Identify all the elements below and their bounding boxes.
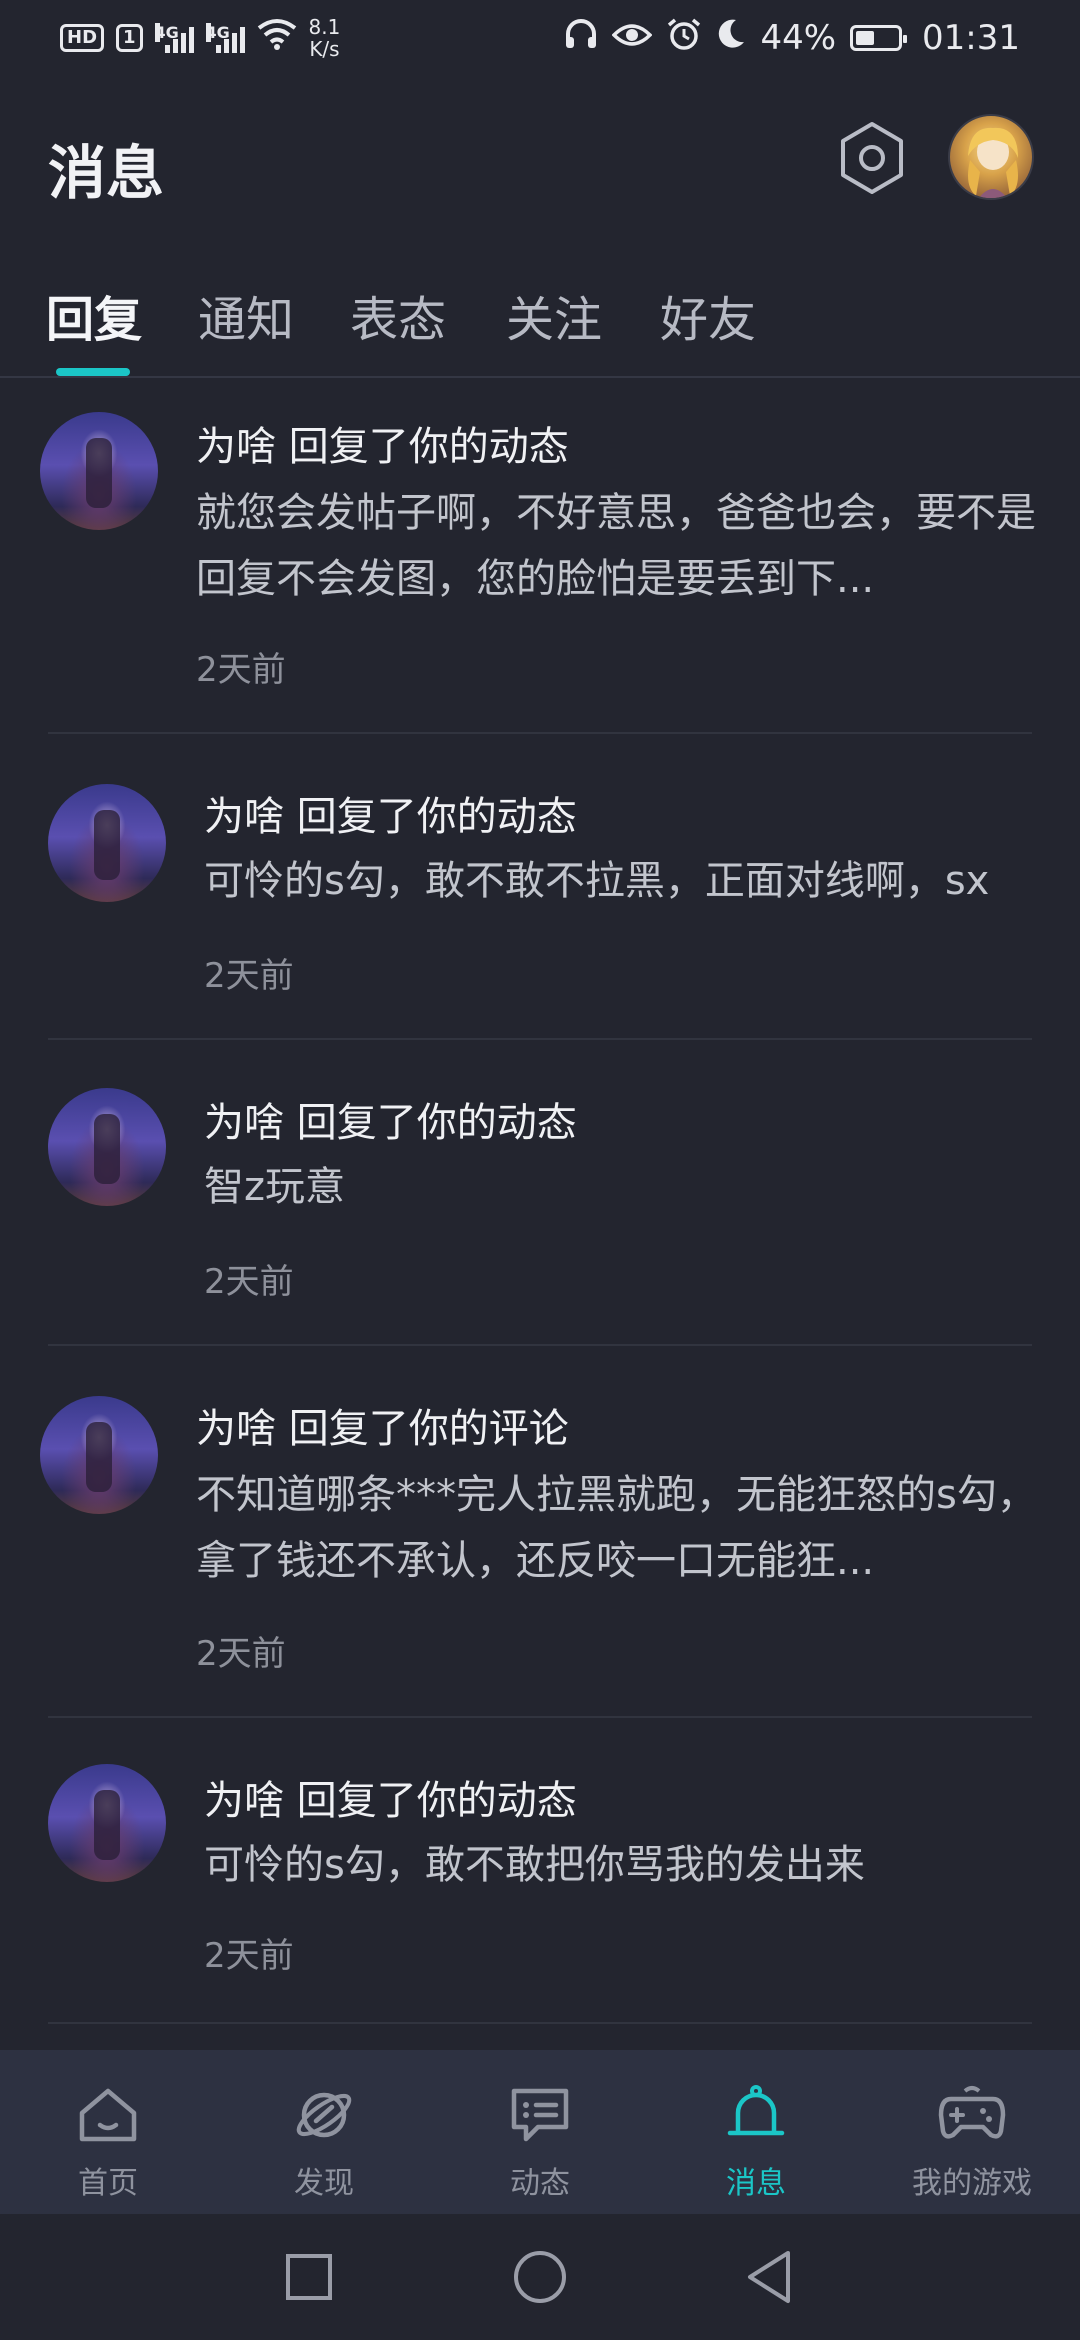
sender-avatar[interactable]	[48, 1764, 166, 1882]
nav-my-games[interactable]: 我的游戏	[864, 2050, 1080, 2214]
list-item[interactable]: 为啥 回复了你的评论 不知道哪条***完人拉黑就跑，无能狂怒的s勾，拿了钱还不承…	[0, 1346, 1080, 1718]
status-bar: HD 1 4G 4G 8.1 K/s 44% 01:31	[0, 0, 1080, 76]
home-icon	[73, 2080, 143, 2150]
message-title: 为啥 回复了你的动态	[204, 1100, 577, 1146]
chat-bubble-icon	[505, 2080, 575, 2150]
list-item[interactable]: 为啥 回复了你的动态 智z玩意 2天前	[0, 1040, 1080, 1346]
message-tabs: 回复 通知 表态 关注 好友	[0, 270, 1080, 378]
clock: 01:31	[922, 18, 1020, 58]
sim-badge: 1	[116, 24, 143, 52]
message-title: 为啥 回复了你的动态	[204, 1778, 577, 1824]
nav-home[interactable]: 首页	[0, 2050, 216, 2214]
message-body: 可怜的s勾，敢不敢把你骂我的发出来	[204, 1842, 865, 1888]
signal-icon-2: 4G	[205, 23, 245, 53]
back-button[interactable]	[734, 2242, 804, 2312]
home-button[interactable]	[505, 2242, 575, 2312]
list-item[interactable]: 为啥 回复了你的动态 就您会发帖子啊，不好意思，爸爸也会，要不是回复不会发图，您…	[0, 380, 1080, 734]
message-body: 就您会发帖子啊，不好意思，爸爸也会，要不是回复不会发图，您的脸怕是要丢到下...	[196, 490, 1036, 602]
sender-avatar[interactable]	[40, 1396, 158, 1514]
user-avatar[interactable]	[948, 114, 1034, 200]
nav-label: 我的游戏	[912, 2166, 1032, 2201]
sender-avatar[interactable]	[48, 784, 166, 902]
hd-badge: HD	[60, 24, 105, 52]
page-title: 消息	[48, 139, 165, 207]
message-title: 为啥 回复了你的评论	[196, 1406, 569, 1452]
system-nav-bar	[0, 2214, 1080, 2340]
nav-feed[interactable]: 动态	[432, 2050, 648, 2214]
message-title: 为啥 回复了你的动态	[204, 794, 577, 840]
active-tab-indicator	[56, 368, 130, 376]
nav-messages[interactable]: 消息	[648, 2050, 864, 2214]
message-time: 2天前	[204, 1262, 294, 1302]
network-type-1: 4G	[154, 23, 179, 42]
tab-replies[interactable]: 回复	[46, 280, 142, 350]
message-title: 为啥 回复了你的动态	[196, 424, 569, 470]
speed-value: 8.1	[308, 15, 341, 39]
planet-icon	[289, 2080, 359, 2150]
divider	[48, 2022, 1032, 2024]
battery-icon	[850, 25, 908, 51]
network-speed: 8.1 K/s	[309, 16, 341, 60]
nav-label: 首页	[78, 2166, 138, 2201]
bottom-nav: 首页 发现 动态 消息 我的游戏	[0, 2050, 1080, 2214]
message-body: 不知道哪条***完人拉黑就跑，无能狂怒的s勾，拿了钱还不承认，还反咬一口无能狂.…	[196, 1472, 1037, 1584]
tab-notifications[interactable]: 通知	[198, 280, 294, 350]
message-time: 2天前	[196, 650, 286, 690]
list-item[interactable]: 为啥 回复了你的动态 可怜的s勾，敢不敢把你骂我的发出来 2天前	[0, 1718, 1080, 2028]
status-bar-left: HD 1 4G 4G 8.1 K/s	[60, 16, 340, 60]
battery-percent: 44%	[760, 18, 837, 58]
sender-avatar[interactable]	[40, 412, 158, 530]
nav-label: 动态	[510, 2166, 570, 2201]
circle-icon	[514, 2251, 566, 2303]
hexagon-gear-icon	[841, 122, 903, 194]
moon-icon	[716, 18, 746, 59]
battery-fill	[856, 31, 874, 45]
network-type-2: 4G	[205, 23, 230, 42]
nav-label: 消息	[726, 2166, 786, 2201]
speed-unit: K/s	[309, 37, 340, 61]
list-item[interactable]: 为啥 回复了你的动态 可怜的s勾，敢不敢不拉黑，正面对线啊，sx 2天前	[0, 734, 1080, 1040]
settings-button[interactable]	[832, 118, 912, 198]
tab-friends[interactable]: 好友	[660, 280, 756, 350]
headphones-icon	[564, 18, 598, 59]
recent-apps-button[interactable]	[274, 2242, 344, 2312]
wifi-icon	[257, 18, 297, 59]
nav-discover[interactable]: 发现	[216, 2050, 432, 2214]
message-body: 可怜的s勾，敢不敢不拉黑，正面对线啊，sx	[204, 858, 990, 904]
bell-icon	[721, 2080, 791, 2150]
message-time: 2天前	[204, 956, 294, 996]
tab-follows[interactable]: 关注	[506, 280, 602, 350]
status-bar-right: 44% 01:31	[564, 17, 1020, 60]
gamepad-icon	[937, 2080, 1007, 2150]
message-time: 2天前	[196, 1634, 286, 1674]
sender-avatar[interactable]	[48, 1088, 166, 1206]
alarm-icon	[666, 17, 702, 60]
message-body: 智z玩意	[204, 1164, 345, 1210]
message-time: 2天前	[204, 1936, 294, 1976]
eye-icon	[611, 18, 653, 58]
square-icon	[286, 2254, 332, 2300]
nav-label: 发现	[294, 2166, 354, 2201]
app-header: 消息	[0, 100, 1080, 220]
triangle-back-icon	[748, 2251, 790, 2303]
signal-icon-1: 4G	[154, 23, 194, 53]
tab-reactions[interactable]: 表态	[350, 280, 446, 350]
